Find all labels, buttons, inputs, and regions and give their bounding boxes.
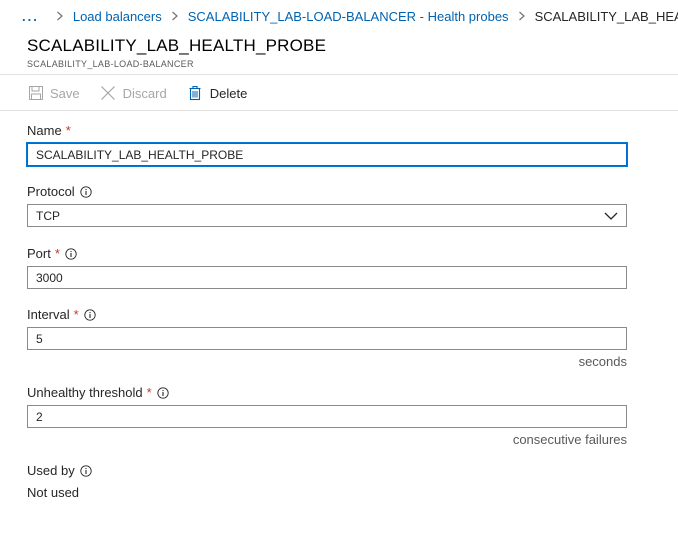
required-marker: * bbox=[146, 385, 152, 400]
title-area: SCALABILITY_LAB_HEALTH_PROBE SCALABILITY… bbox=[27, 36, 326, 69]
page-title: SCALABILITY_LAB_HEALTH_PROBE bbox=[27, 36, 327, 55]
unhealthy-threshold-label-text: Unhealthy threshold bbox=[27, 385, 143, 400]
close-icon bbox=[100, 85, 117, 102]
interval-label: Interval * bbox=[27, 307, 96, 322]
interval-input[interactable] bbox=[27, 327, 627, 350]
breadcrumb-current: SCALABILITY_LAB_HEALTH_PROBE bbox=[534, 8, 678, 24]
protocol-selected-value: TCP bbox=[36, 208, 60, 223]
chevron-down-icon bbox=[604, 211, 618, 221]
breadcrumb-health-probes[interactable]: SCALABILITY_LAB-LOAD-BALANCER - Health p… bbox=[188, 9, 509, 24]
breadcrumb-load-balancers[interactable]: Load balancers bbox=[73, 9, 162, 24]
chevron-right-icon bbox=[171, 11, 179, 21]
name-label-text: Name bbox=[27, 123, 62, 138]
info-icon[interactable] bbox=[65, 247, 77, 260]
discard-button[interactable]: Discard bbox=[100, 85, 167, 102]
required-marker: * bbox=[73, 307, 79, 322]
port-input[interactable] bbox=[27, 266, 627, 289]
info-icon[interactable] bbox=[80, 185, 92, 198]
name-input[interactable] bbox=[27, 143, 627, 166]
info-icon[interactable] bbox=[157, 386, 169, 399]
page-subtitle: SCALABILITY_LAB-LOAD-BALANCER bbox=[27, 59, 194, 69]
protocol-label-text: Protocol bbox=[27, 184, 75, 199]
interval-unit: seconds bbox=[578, 354, 627, 369]
required-marker: * bbox=[65, 123, 71, 138]
discard-label: Discard bbox=[122, 85, 167, 101]
command-bar: Save Discard Delete bbox=[27, 80, 267, 106]
delete-button[interactable]: Delete bbox=[187, 85, 248, 102]
breadcrumb-ellipsis[interactable]: ... bbox=[22, 9, 39, 24]
info-icon[interactable] bbox=[80, 464, 92, 477]
required-marker: * bbox=[54, 246, 60, 261]
info-icon[interactable] bbox=[84, 308, 96, 321]
breadcrumb: ... Load balancers SCALABILITY_LAB-LOAD-… bbox=[0, 0, 678, 32]
unhealthy-threshold-unit: consecutive failures bbox=[512, 432, 627, 447]
port-label: Port * bbox=[27, 246, 77, 261]
used-by-value: Not used bbox=[27, 485, 80, 500]
protocol-label: Protocol bbox=[27, 184, 92, 199]
used-by-label: Used by bbox=[27, 463, 92, 478]
chevron-right-icon bbox=[56, 11, 64, 21]
save-label: Save bbox=[50, 85, 80, 101]
used-by-label-text: Used by bbox=[27, 463, 75, 478]
save-button[interactable]: Save bbox=[27, 85, 80, 102]
save-icon bbox=[27, 85, 44, 102]
chevron-right-icon bbox=[518, 11, 526, 21]
protocol-dropdown[interactable]: TCP bbox=[27, 204, 627, 227]
name-label: Name * bbox=[27, 123, 71, 138]
port-label-text: Port bbox=[27, 246, 51, 261]
header-divider bbox=[0, 74, 678, 75]
delete-label: Delete bbox=[209, 85, 248, 101]
unhealthy-threshold-label: Unhealthy threshold * bbox=[27, 385, 169, 400]
trash-icon bbox=[187, 85, 204, 102]
unhealthy-threshold-input[interactable] bbox=[27, 405, 627, 428]
interval-label-text: Interval bbox=[27, 307, 70, 322]
toolbar-divider bbox=[0, 110, 678, 111]
